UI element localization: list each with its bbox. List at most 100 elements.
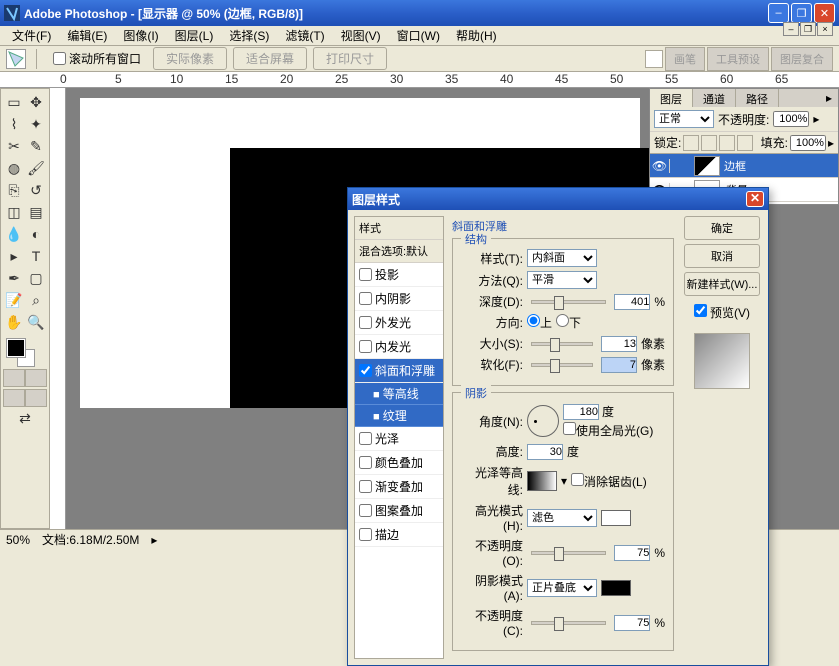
quickmask-mode[interactable] <box>25 369 47 387</box>
type-tool[interactable]: T <box>25 245 47 267</box>
menu-window[interactable]: 窗口(W) <box>389 25 448 46</box>
depth-slider[interactable] <box>531 300 606 304</box>
menu-edit[interactable]: 编辑(E) <box>59 25 115 46</box>
effect-drop-shadow[interactable]: 投影 <box>355 263 443 287</box>
shadow-opacity-slider[interactable] <box>531 621 606 625</box>
effect-color-overlay[interactable]: 颜色叠加 <box>355 451 443 475</box>
effect-pattern-overlay[interactable]: 图案叠加 <box>355 499 443 523</box>
gloss-contour[interactable] <box>527 471 557 491</box>
direction-down-radio[interactable]: 下 <box>556 314 581 331</box>
soften-input[interactable] <box>601 357 637 373</box>
size-slider[interactable] <box>531 342 593 346</box>
effect-outer-glow[interactable]: 外发光 <box>355 311 443 335</box>
zoom-tool[interactable]: 🔍 <box>25 311 47 333</box>
tab-layers[interactable]: 图层 <box>650 89 693 107</box>
menu-image[interactable]: 图像(I) <box>115 25 166 46</box>
blend-mode-select[interactable]: 正常 <box>654 110 714 128</box>
highlight-mode-select[interactable]: 滤色 <box>527 509 597 527</box>
doc-restore-button[interactable]: ❐ <box>800 22 816 36</box>
soften-slider[interactable] <box>531 363 593 367</box>
status-arrow-icon[interactable]: ▸ <box>151 533 157 547</box>
opacity-input[interactable] <box>773 111 809 127</box>
opacity-arrow-icon[interactable]: ▸ <box>813 112 819 126</box>
move-tool[interactable]: ✥ <box>25 91 47 113</box>
new-style-button[interactable]: 新建样式(W)... <box>684 272 760 296</box>
palette-tab-layer-comps[interactable]: 图层复合 <box>771 47 833 71</box>
crop-tool[interactable]: ✂ <box>3 135 25 157</box>
size-input[interactable] <box>601 336 637 352</box>
minimize-button[interactable]: – <box>768 3 789 23</box>
depth-input[interactable] <box>614 294 650 310</box>
altitude-input[interactable] <box>527 444 563 460</box>
eraser-tool[interactable]: ◫ <box>3 201 25 223</box>
styles-header[interactable]: 样式 <box>355 217 443 240</box>
doc-minimize-button[interactable]: – <box>783 22 799 36</box>
shadow-color[interactable] <box>601 580 631 596</box>
ok-button[interactable]: 确定 <box>684 216 760 240</box>
direction-up-radio[interactable]: 上 <box>527 314 552 331</box>
fit-screen-button[interactable]: 适合屏幕 <box>233 47 307 70</box>
jump-to-imageready[interactable]: ⇄ <box>3 407 47 429</box>
style-select[interactable]: 内斜面 <box>527 249 597 267</box>
highlight-opacity-input[interactable] <box>614 545 650 561</box>
antialias-checkbox[interactable]: 消除锯齿(L) <box>571 473 647 490</box>
maximize-button[interactable]: ❐ <box>791 3 812 23</box>
standard-mode[interactable] <box>3 369 25 387</box>
eyedropper-tool[interactable]: ⌕ <box>25 289 47 311</box>
lock-transparency-icon[interactable] <box>683 135 699 151</box>
menu-select[interactable]: 选择(S) <box>221 25 277 46</box>
highlight-opacity-slider[interactable] <box>531 551 606 555</box>
tool-preset-icon[interactable] <box>6 49 26 69</box>
tab-paths[interactable]: 路径 <box>736 89 779 107</box>
angle-wheel[interactable] <box>527 405 559 437</box>
actual-pixels-button[interactable]: 实际像素 <box>153 47 227 70</box>
gloss-arrow-icon[interactable]: ▾ <box>561 474 567 488</box>
palette-tab-tool-presets[interactable]: 工具预设 <box>707 47 769 71</box>
clone-stamp-tool[interactable]: ⎘ <box>3 179 25 201</box>
visibility-toggle[interactable]: 👁 <box>650 159 670 173</box>
magic-wand-tool[interactable]: ✦ <box>25 113 47 135</box>
menu-help[interactable]: 帮助(H) <box>448 25 505 46</box>
dialog-close-button[interactable]: ✕ <box>746 191 764 207</box>
effect-bevel-emboss[interactable]: 斜面和浮雕 <box>355 359 443 383</box>
screen-mode-2[interactable] <box>25 389 47 407</box>
close-button[interactable]: ✕ <box>814 3 835 23</box>
lock-all-icon[interactable] <box>737 135 753 151</box>
highlight-color[interactable] <box>601 510 631 526</box>
palette-tab-brushes[interactable]: 画笔 <box>665 47 705 71</box>
effect-satin[interactable]: 光泽 <box>355 427 443 451</box>
healing-brush-tool[interactable]: ◍ <box>3 157 25 179</box>
lasso-tool[interactable]: ⌇ <box>3 113 25 135</box>
lock-image-icon[interactable] <box>701 135 717 151</box>
foreground-color[interactable] <box>7 339 25 357</box>
lock-position-icon[interactable] <box>719 135 735 151</box>
print-size-button[interactable]: 打印尺寸 <box>313 47 387 70</box>
path-selection-tool[interactable]: ▸ <box>3 245 25 267</box>
menu-filter[interactable]: 滤镜(T) <box>277 25 332 46</box>
effect-contour[interactable]: ■ 等高线 <box>355 383 443 405</box>
cancel-button[interactable]: 取消 <box>684 244 760 268</box>
panel-menu-icon[interactable]: ▸ <box>820 89 838 107</box>
shadow-opacity-input[interactable] <box>614 615 650 631</box>
dialog-titlebar[interactable]: 图层样式 ✕ <box>348 188 768 210</box>
file-browser-icon[interactable] <box>645 50 663 68</box>
brush-tool[interactable]: 🖌 <box>25 157 47 179</box>
fill-input[interactable] <box>790 135 826 151</box>
fill-arrow-icon[interactable]: ▸ <box>828 136 834 150</box>
tab-channels[interactable]: 通道 <box>693 89 736 107</box>
layer-item[interactable]: 👁 边框 <box>650 154 838 178</box>
effect-texture[interactable]: ■ 纹理 <box>355 405 443 427</box>
shadow-mode-select[interactable]: 正片叠底 <box>527 579 597 597</box>
screen-mode-1[interactable] <box>3 389 25 407</box>
blur-tool[interactable]: 💧 <box>3 223 25 245</box>
dodge-tool[interactable]: ◐ <box>25 223 47 245</box>
shape-tool[interactable]: ▢ <box>25 267 47 289</box>
history-brush-tool[interactable]: ↺ <box>25 179 47 201</box>
angle-input[interactable] <box>563 404 599 420</box>
doc-close-button[interactable]: × <box>817 22 833 36</box>
global-light-checkbox[interactable]: 使用全局光(G) <box>563 422 653 439</box>
scroll-all-windows-checkbox[interactable]: 滚动所有窗口 <box>47 50 147 67</box>
menu-view[interactable]: 视图(V) <box>333 25 389 46</box>
menu-file[interactable]: 文件(F) <box>4 25 59 46</box>
effect-gradient-overlay[interactable]: 渐变叠加 <box>355 475 443 499</box>
